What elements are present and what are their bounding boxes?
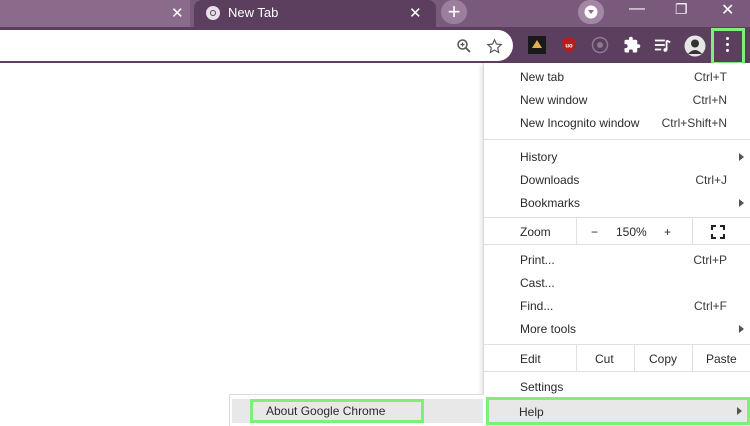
menu-item-shortcut: Ctrl+N xyxy=(692,93,727,107)
menu-item-settings[interactable]: Settings xyxy=(484,376,750,398)
menu-separator xyxy=(634,345,635,371)
menu-item-find[interactable]: Find... Ctrl+F xyxy=(484,295,750,317)
submenu-arrow-icon xyxy=(739,153,744,161)
cut-button[interactable]: Cut xyxy=(595,352,614,366)
submenu-arrow-icon xyxy=(737,407,742,415)
bookmark-star-icon[interactable] xyxy=(486,38,503,55)
tab-close-icon[interactable]: ✕ xyxy=(409,6,422,21)
chrome-main-menu: New tab Ctrl+T New window Ctrl+N New Inc… xyxy=(483,63,750,425)
window-close-button[interactable]: ✕ xyxy=(721,0,734,20)
extensions-puzzle-icon[interactable] xyxy=(623,36,641,54)
tab-new-tab[interactable]: New Tab ✕ xyxy=(194,0,436,27)
menu-separator xyxy=(484,217,750,218)
menu-item-shortcut: Ctrl+T xyxy=(694,70,727,84)
menu-item-downloads[interactable]: Downloads Ctrl+J xyxy=(484,169,750,191)
menu-item-print[interactable]: Print... Ctrl+P xyxy=(484,249,750,271)
menu-separator xyxy=(692,345,693,371)
extension-icon-3[interactable] xyxy=(591,36,609,54)
ublock-icon[interactable]: uo xyxy=(560,36,578,54)
chrome-icon xyxy=(206,6,220,20)
menu-item-new-window[interactable]: New window Ctrl+N xyxy=(484,89,750,111)
submenu-arrow-icon xyxy=(739,199,744,207)
menu-separator xyxy=(484,344,750,345)
menu-item-label: Bookmarks xyxy=(520,196,581,210)
menu-item-label: New Incognito window xyxy=(520,116,640,130)
menu-item-new-incognito[interactable]: New Incognito window Ctrl+Shift+N xyxy=(484,112,750,134)
zoom-in-button[interactable]: + xyxy=(664,225,671,239)
menu-item-bookmarks[interactable]: Bookmarks xyxy=(484,192,750,214)
svg-text:uo: uo xyxy=(565,44,573,50)
menu-item-label: More tools xyxy=(520,322,577,336)
tab-close-icon[interactable]: ✕ xyxy=(171,6,184,21)
menu-separator xyxy=(576,345,577,371)
new-tab-button[interactable]: + xyxy=(441,0,467,24)
menu-item-shortcut: Ctrl+F xyxy=(694,299,727,313)
menu-separator xyxy=(484,244,750,245)
menu-item-cast[interactable]: Cast... xyxy=(484,272,750,294)
menu-item-shortcut: Ctrl+Shift+N xyxy=(661,116,727,130)
fullscreen-icon[interactable] xyxy=(711,225,725,239)
zoom-label: Zoom xyxy=(520,225,551,239)
menu-item-label: New tab xyxy=(520,70,565,84)
menu-separator xyxy=(576,218,577,244)
copy-button[interactable]: Copy xyxy=(649,352,677,366)
zoom-icon[interactable] xyxy=(456,38,472,54)
zoom-out-button[interactable]: − xyxy=(591,225,598,239)
menu-item-label: New window xyxy=(520,93,588,107)
tab-title: New Tab xyxy=(228,5,279,20)
minimize-button[interactable]: — xyxy=(629,0,645,18)
menu-item-new-tab[interactable]: New tab Ctrl+T xyxy=(484,66,750,88)
menu-item-history[interactable]: History xyxy=(484,146,750,168)
profile-avatar-icon[interactable] xyxy=(684,35,706,57)
menu-item-label: Downloads xyxy=(520,173,580,187)
menu-item-label: History xyxy=(520,150,558,164)
zoom-level: 150% xyxy=(616,225,647,239)
menu-separator xyxy=(484,371,750,372)
menu-separator xyxy=(484,139,750,140)
extension-icon-1[interactable] xyxy=(528,36,546,54)
menu-item-shortcut: Ctrl+P xyxy=(693,253,727,267)
menu-item-shortcut: Ctrl+J xyxy=(695,173,727,187)
address-bar[interactable] xyxy=(0,30,513,61)
menu-item-help[interactable]: Help xyxy=(486,397,750,425)
menu-item-more-tools[interactable]: More tools xyxy=(484,318,750,340)
menu-item-label: Print... xyxy=(520,253,555,267)
edit-label: Edit xyxy=(520,352,541,366)
tab-search-button[interactable] xyxy=(578,0,604,24)
menu-separator xyxy=(692,218,693,244)
menu-item-label: Settings xyxy=(520,380,564,394)
menu-item-label: About Google Chrome xyxy=(266,404,386,418)
submenu-arrow-icon xyxy=(739,325,744,333)
tab-search-icon xyxy=(584,5,598,19)
restore-button[interactable]: ❐ xyxy=(675,1,688,18)
previous-tab[interactable] xyxy=(0,0,190,27)
menu-item-label: Find... xyxy=(520,299,554,313)
paste-button[interactable]: Paste xyxy=(706,352,737,366)
menu-item-label: Cast... xyxy=(520,276,555,290)
reading-list-icon[interactable] xyxy=(654,36,672,54)
menu-item-label: Help xyxy=(519,405,544,419)
more-menu-icon[interactable] xyxy=(724,37,730,55)
